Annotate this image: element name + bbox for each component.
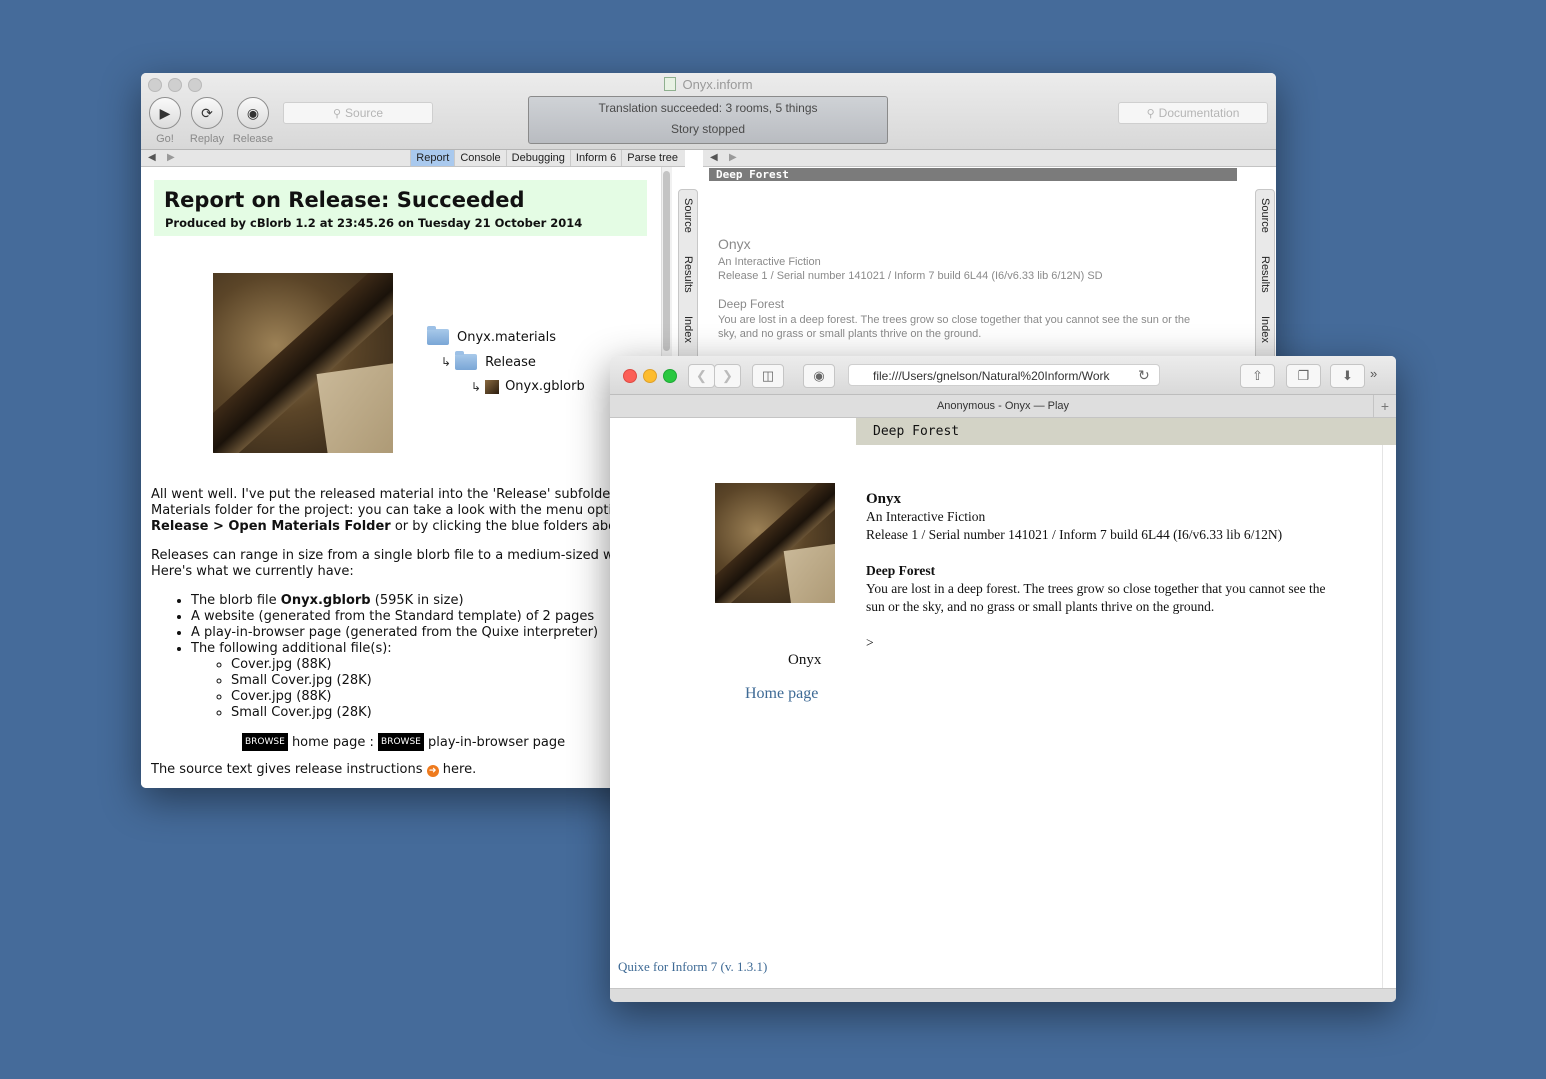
download-icon: ⬇ <box>1342 368 1353 383</box>
cover-caption: Onyx <box>788 652 822 668</box>
tab-parse-tree[interactable]: Parse tree <box>621 150 683 166</box>
zoom-button[interactable] <box>663 369 677 383</box>
game-title: Onyx <box>866 491 902 507</box>
minimize-button[interactable] <box>643 369 657 383</box>
browse-play-button[interactable]: BROWSE <box>378 733 424 751</box>
report-pane: Report on Release: Succeeded Produced by… <box>141 167 676 788</box>
list-item: Small Cover.jpg (28K) <box>231 705 598 721</box>
inform-toolbar: Onyx.inform ▶ Go! ⟳ Replay ◉ Release ⚲ So… <box>141 73 1276 150</box>
overflow-chevron-icon[interactable]: » <box>1370 366 1377 381</box>
room-description: sky, and no grass or small plants thrive… <box>718 328 982 340</box>
shield-icon: ◉ <box>813 368 825 383</box>
source-instructions: The source text gives release instructio… <box>151 762 477 777</box>
broadcast-icon: ◉ <box>246 104 260 121</box>
game-scroll-divider <box>1382 445 1383 988</box>
folder-icon <box>455 351 478 370</box>
report-subtitle: Produced by cBlorb 1.2 at 23:45.26 on Tu… <box>165 216 583 230</box>
documentation-search-input[interactable]: ⚲ Documentation <box>1118 102 1268 124</box>
room-description: You are lost in a deep forest. The trees… <box>718 314 1191 326</box>
privacy-button[interactable]: ◉ <box>803 364 835 388</box>
back-arrow-icon[interactable]: ◀ <box>148 150 156 166</box>
forward-arrow-icon[interactable]: ▶ <box>167 150 175 166</box>
list-item: Cover.jpg (88K) <box>231 657 598 673</box>
game-title: Onyx <box>718 236 751 252</box>
compile-status: Translation succeeded: 3 rooms, 5 things… <box>528 96 888 144</box>
file-onyx-gblorb[interactable]: ↳ Onyx.gblorb <box>471 379 585 394</box>
sidebar-icon: ◫ <box>761 368 775 383</box>
search-icon: ⚲ <box>1146 107 1155 120</box>
window-title: Onyx.inform <box>141 77 1276 92</box>
chevron-right-icon: ❯ <box>722 368 733 383</box>
tab-report[interactable]: Report <box>410 150 455 166</box>
right-side-tabs: Source Results Index <box>1255 189 1275 371</box>
list-item: The following additional file(s): Cover.… <box>191 641 598 721</box>
release-button[interactable]: ◉ Release <box>228 97 278 145</box>
game-subtitle: An Interactive Fiction <box>718 256 821 268</box>
room-description: sun or the sky, and no grass or small pl… <box>866 599 1215 614</box>
address-bar[interactable]: file:///Users/gnelson/Natural%20Inform/W… <box>848 364 1160 386</box>
source-search-input[interactable]: ⚲ Source <box>283 102 433 124</box>
list-item: Small Cover.jpg (28K) <box>231 673 598 689</box>
left-side-tabs: Source Results Index <box>678 189 698 371</box>
game-release: Release 1 / Serial number 141021 / Infor… <box>718 270 1103 282</box>
safari-bottom-bar <box>610 988 1396 1002</box>
room-name: Deep Forest <box>718 297 785 311</box>
safari-window: ❮ ❯ ◫ ◉ file:///Users/gnelson/Natural%20… <box>610 356 1396 1002</box>
paragraph-all-went-well: All went well. I've put the released mat… <box>151 487 636 534</box>
chevron-left-icon: ❮ <box>696 368 707 383</box>
tab-console[interactable]: Console <box>454 150 505 166</box>
play-icon: ▶ <box>159 104 171 121</box>
browse-links: BROWSE home page : BROWSE play-in-browse… <box>242 733 565 751</box>
reload-icon[interactable]: ↻ <box>1138 367 1150 384</box>
paragraph-releases: Releases can range in size from a single… <box>151 548 622 579</box>
left-pane-tabbar: ◀ ▶ Report Console Debugging Inform 6 Pa… <box>141 150 685 167</box>
back-arrow-icon[interactable]: ◀ <box>710 150 718 166</box>
cover-image <box>715 483 835 603</box>
close-button[interactable] <box>623 369 637 383</box>
document-icon <box>664 77 677 91</box>
command-prompt[interactable]: > <box>866 634 874 652</box>
list-item: A play-in-browser page (generated from t… <box>191 625 598 641</box>
forward-arrow-icon[interactable]: ▶ <box>729 150 737 166</box>
right-pane-tabbar: ◀ ▶ <box>703 150 1276 167</box>
room-name: Deep Forest <box>866 563 936 578</box>
status-line: Deep Forest <box>856 418 1396 445</box>
room-description: You are lost in a deep forest. The trees… <box>866 581 1326 596</box>
downloads-button[interactable]: ⬇ <box>1330 364 1365 388</box>
game-release: Release 1 / Serial number 141021 / Infor… <box>866 527 1283 542</box>
folder-onyx-materials[interactable]: Onyx.materials <box>427 326 556 345</box>
home-page-link[interactable]: Home page <box>745 685 818 703</box>
status-line: Deep Forest <box>709 168 1237 181</box>
report-header: Report on Release: Succeeded Produced by… <box>154 180 647 236</box>
list-item: A website (generated from the Standard t… <box>191 609 598 625</box>
new-tab-button[interactable]: + <box>1373 395 1396 417</box>
tab-debugging[interactable]: Debugging <box>505 150 570 166</box>
replay-icon: ⟳ <box>201 104 213 121</box>
tabs-overview-button[interactable]: ❐ <box>1286 364 1321 388</box>
folder-release[interactable]: ↳ Release <box>441 351 536 370</box>
search-icon: ⚲ <box>332 107 342 120</box>
game-subtitle: An Interactive Fiction <box>866 509 986 524</box>
list-item: Cover.jpg (88K) <box>231 689 598 705</box>
blorb-file-icon <box>485 379 500 394</box>
play-page: Deep Forest Onyx Home page Onyx An Inter… <box>610 418 1396 988</box>
back-button[interactable]: ❮ <box>688 364 715 388</box>
share-button[interactable]: ⇧ <box>1240 364 1275 388</box>
replay-button[interactable]: ⟳ Replay <box>182 97 232 145</box>
quixe-footer-link[interactable]: Quixe for Inform 7 (v. 1.3.1) <box>618 958 767 976</box>
list-item: The blorb file Onyx.gblorb (595K in size… <box>191 593 598 609</box>
tabs-icon: ❐ <box>1297 368 1310 383</box>
browse-home-button[interactable]: BROWSE <box>242 733 288 751</box>
tab-inform6[interactable]: Inform 6 <box>569 150 621 166</box>
report-title: Report on Release: Succeeded <box>164 188 525 212</box>
safari-toolbar: ❮ ❯ ◫ ◉ file:///Users/gnelson/Natural%20… <box>610 356 1396 395</box>
share-icon: ⇧ <box>1252 368 1263 383</box>
safari-tab[interactable]: Anonymous - Onyx — Play + <box>610 395 1396 418</box>
sidebar-button[interactable]: ◫ <box>752 364 784 388</box>
cover-image <box>213 273 393 453</box>
folder-icon <box>427 326 449 345</box>
release-contents-list: The blorb file Onyx.gblorb (595K in size… <box>151 593 598 721</box>
forward-button[interactable]: ❯ <box>714 364 741 388</box>
go-to-source-icon[interactable]: ➜ <box>426 765 439 777</box>
